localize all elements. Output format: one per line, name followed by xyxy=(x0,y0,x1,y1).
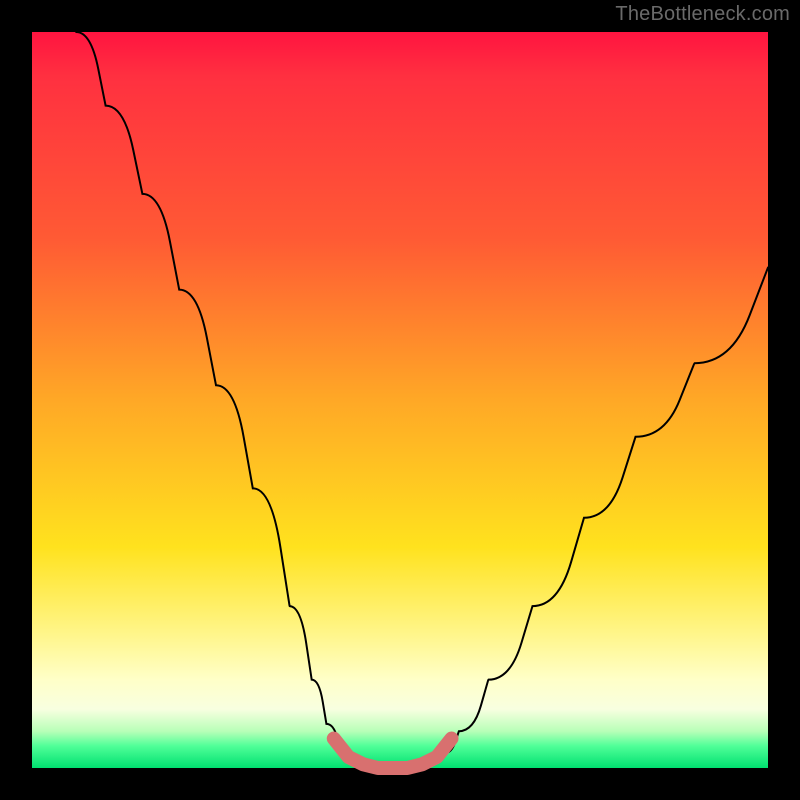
bottleneck-curve-right xyxy=(429,268,768,765)
bottleneck-curve-left xyxy=(76,32,356,764)
curve-layer xyxy=(32,32,768,768)
valley-highlight xyxy=(334,739,452,768)
watermark-text: TheBottleneck.com xyxy=(615,3,790,26)
plot-area xyxy=(32,32,768,768)
chart-frame: TheBottleneck.com xyxy=(0,0,800,800)
